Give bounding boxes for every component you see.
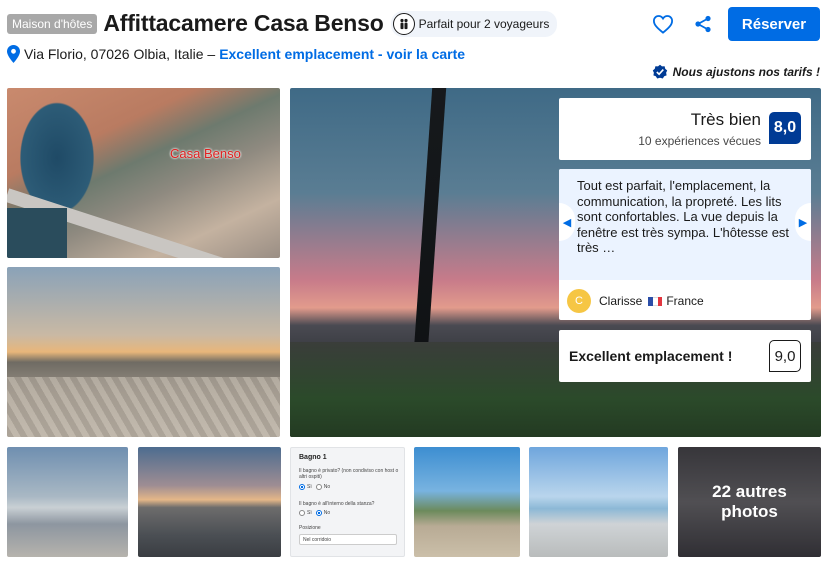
radio-icon: [315, 484, 322, 490]
property-title: Affittacamere Casa Benso: [103, 10, 384, 36]
radio-icon: [299, 484, 305, 490]
form-option-yes: Sì: [307, 510, 312, 516]
more-photos-label: 22 autres photos: [678, 447, 821, 557]
location-label: Excellent emplacement !: [569, 348, 733, 364]
thumb-pier-sunset[interactable]: [138, 447, 281, 557]
photo-aerial[interactable]: Casa Benso: [7, 88, 280, 258]
verified-badge-icon: [652, 64, 667, 79]
radio-icon: [299, 510, 305, 516]
guest-review-card: Tout est parfait, l'emplacement, la comm…: [559, 169, 811, 320]
property-header: Maison d'hôtes Affittacamere Casa Benso …: [7, 10, 558, 37]
heart-icon[interactable]: [648, 9, 678, 39]
address-line: Via Florio, 07026 Olbia, Italie – Excell…: [7, 45, 465, 63]
review-quote-area: Tout est parfait, l'emplacement, la comm…: [559, 169, 811, 280]
location-score-card[interactable]: Excellent emplacement ! 9,0: [559, 330, 811, 382]
reserve-button[interactable]: Réserver: [728, 7, 820, 41]
price-match-text: Nous ajustons nos tarifs !: [672, 65, 820, 79]
form-position-select: Nel corridoio: [299, 534, 397, 545]
photo-promenade[interactable]: [7, 267, 280, 437]
score-badge: 8,0: [769, 112, 801, 144]
form-question-2: Il bagno è all'interno della stanza?: [299, 501, 375, 507]
form-options-2: Sì No: [299, 510, 330, 516]
location-score-badge: 9,0: [769, 340, 801, 372]
map-marker-label: Casa Benso: [170, 146, 241, 161]
review-score-card[interactable]: Très bien 10 expériences vécues 8,0: [559, 98, 811, 160]
reviewer-info: C Clarisse France: [567, 289, 704, 313]
property-type-badge: Maison d'hôtes: [7, 13, 98, 34]
capacity-pill: Parfait pour 2 voyageurs: [390, 10, 558, 37]
form-option-yes: Sì: [307, 484, 312, 490]
reviewer-country: France: [666, 294, 704, 308]
review-text: Tout est parfait, l'emplacement, la comm…: [577, 178, 790, 255]
header-actions: Réserver: [648, 7, 820, 41]
form-position-label: Posizione: [299, 525, 321, 531]
two-guests-icon: [392, 12, 415, 35]
review-count: 10 expériences vécues: [638, 134, 761, 148]
more-photos-tile[interactable]: 22 autres photos: [678, 447, 821, 557]
chevron-left-icon[interactable]: ◀: [559, 203, 575, 241]
reviewer-name: Clarisse: [599, 294, 643, 308]
map-pin-icon: [7, 45, 20, 63]
thumb-harbor[interactable]: [529, 447, 668, 557]
radio-icon: [315, 510, 322, 516]
form-option-no: No: [323, 510, 331, 516]
form-title: Bagno 1: [299, 454, 327, 461]
thumb-palm-promenade[interactable]: [414, 447, 520, 557]
form-options-1: Sì No: [299, 484, 330, 490]
score-label: Très bien: [690, 110, 761, 129]
thumb-bathroom-form[interactable]: Bagno 1 Il bagno è privato? (non condivi…: [290, 447, 405, 557]
form-option-no: No: [323, 484, 331, 490]
more-photos-word: photos: [721, 502, 778, 521]
form-question-1: Il bagno è privato? (non condiviso con h…: [299, 468, 399, 480]
share-icon[interactable]: [688, 9, 718, 39]
france-flag-icon: [648, 296, 663, 306]
thumb-waterfront[interactable]: [7, 447, 128, 557]
more-photos-count: 22 autres: [712, 482, 787, 501]
price-match-notice: Nous ajustons nos tarifs !: [652, 64, 820, 80]
address-text: Via Florio, 07026 Olbia, Italie –: [24, 46, 216, 62]
map-link[interactable]: Excellent emplacement - voir la carte: [219, 46, 465, 62]
avatar: C: [567, 289, 591, 313]
capacity-text: Parfait pour 2 voyageurs: [418, 16, 550, 31]
